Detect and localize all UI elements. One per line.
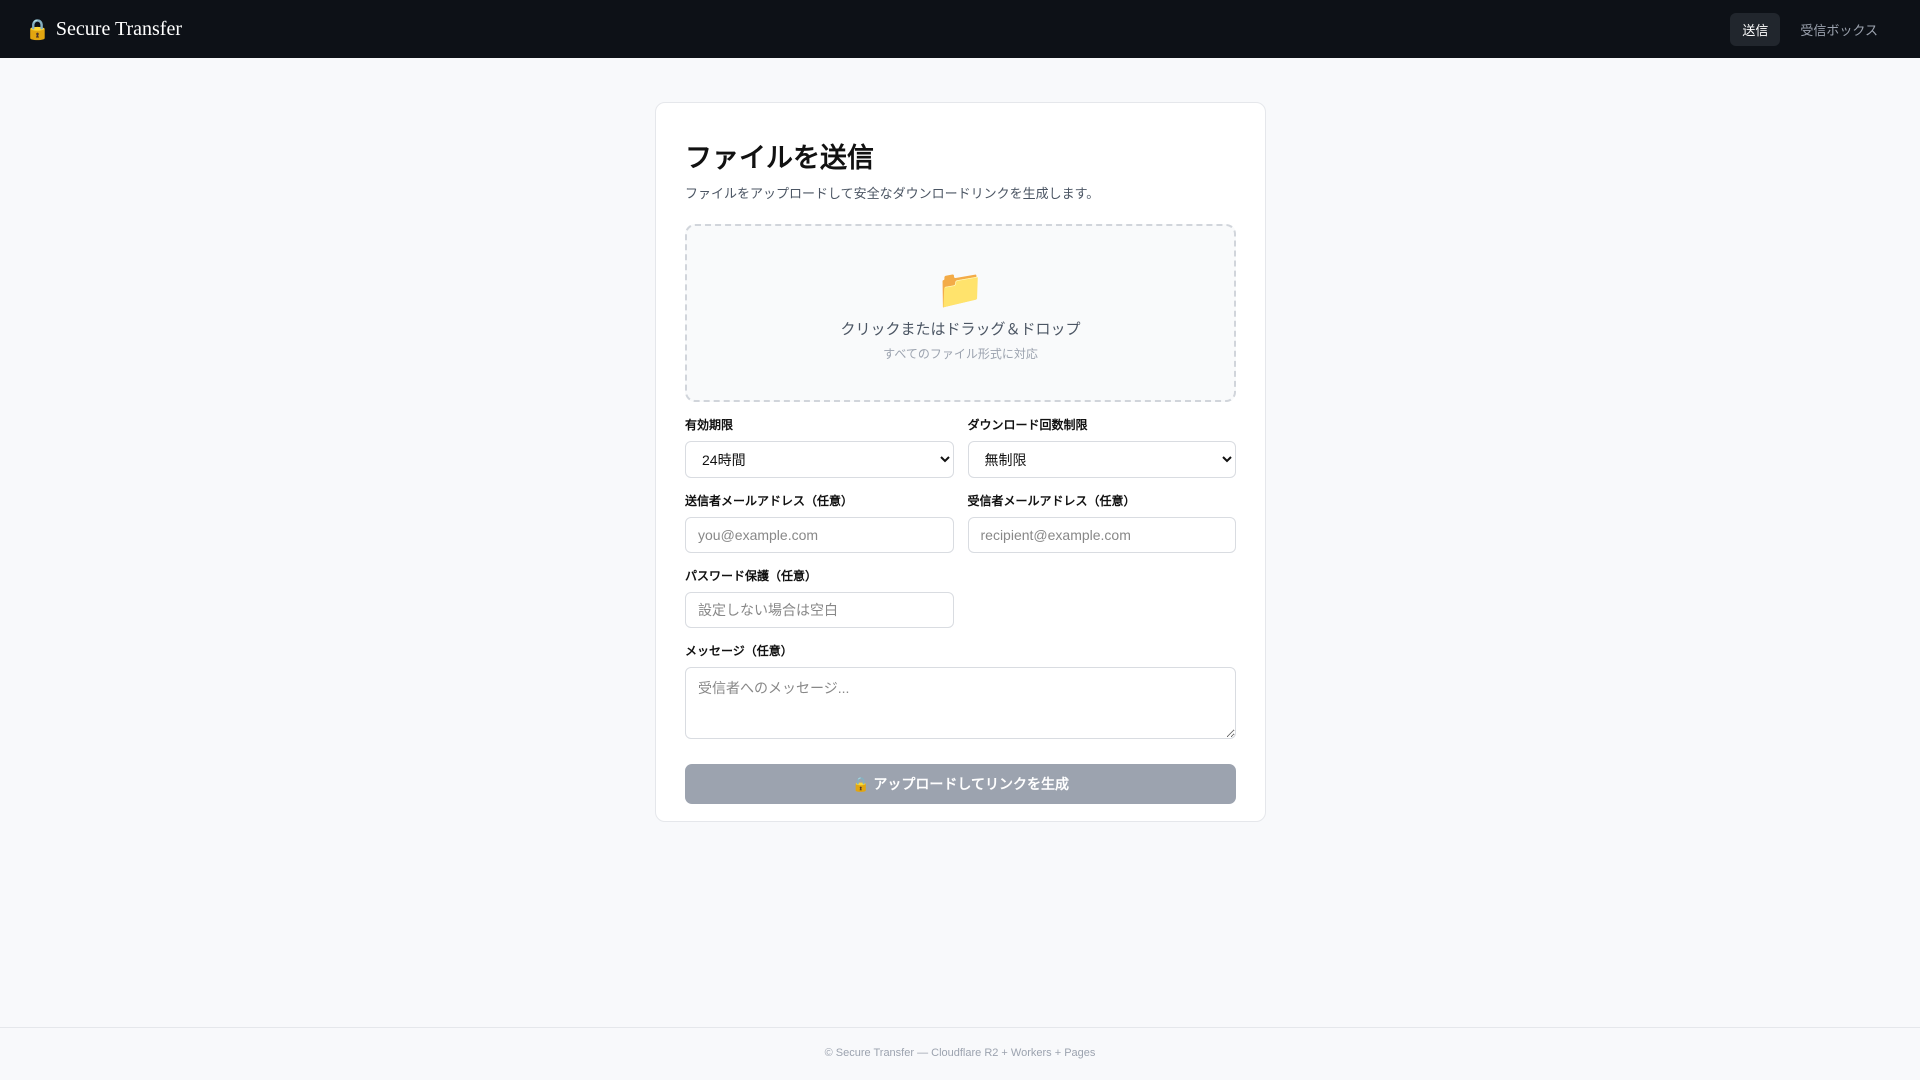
- sender-email-input[interactable]: [685, 517, 954, 553]
- recipient-email-label: 受信者メールアドレス（任意）: [967, 494, 1136, 508]
- footer-text: © Secure Transfer — Cloudflare R2 + Work…: [824, 1047, 1096, 1059]
- sender-email-label: 送信者メールアドレス（任意）: [685, 494, 854, 508]
- lock-icon: 🔒: [25, 18, 50, 41]
- message-label: メッセージ（任意）: [685, 644, 793, 658]
- lock-icon: 🔒: [852, 776, 870, 792]
- nav: 送信 受信ボックス: [1730, 12, 1890, 46]
- download-limit-select[interactable]: 無制限: [967, 441, 1236, 478]
- brand-title: Secure Transfer: [55, 17, 182, 40]
- page-subtitle: ファイルをアップロードして安全なダウンロードリンクを生成します。: [685, 186, 1100, 201]
- password-label: パスワード保護（任意）: [685, 569, 818, 583]
- top-nav-bar: 🔒 Secure Transfer 送信 受信ボックス: [0, 0, 1920, 58]
- folder-icon: 📁: [936, 269, 985, 311]
- send-file-card: ファイルを送信 ファイルをアップロードして安全なダウンロードリンクを生成します。…: [655, 102, 1266, 822]
- download-limit-label: ダウンロード回数制限: [967, 418, 1088, 432]
- message-textarea[interactable]: [685, 667, 1236, 739]
- expiry-select[interactable]: 24時間: [685, 441, 954, 478]
- page-title: ファイルを送信: [685, 143, 874, 173]
- password-input[interactable]: [685, 592, 954, 628]
- brand[interactable]: 🔒 Secure Transfer: [25, 17, 182, 42]
- nav-inbox[interactable]: 受信ボックス: [1788, 13, 1890, 46]
- expiry-label: 有効期限: [685, 418, 734, 432]
- nav-send[interactable]: 送信: [1730, 12, 1781, 46]
- dropzone-hint: すべてのファイル形式に対応: [883, 347, 1038, 361]
- dropzone-text: クリックまたはドラッグ＆ドロップ: [840, 321, 1081, 338]
- file-dropzone[interactable]: 📁 クリックまたはドラッグ＆ドロップ すべてのファイル形式に対応: [685, 224, 1236, 402]
- footer: © Secure Transfer — Cloudflare R2 + Work…: [0, 1027, 1920, 1080]
- recipient-email-input[interactable]: [967, 517, 1236, 553]
- submit-label: アップロードしてリンクを生成: [873, 776, 1069, 792]
- upload-generate-link-button[interactable]: 🔒 アップロードしてリンクを生成: [685, 764, 1236, 804]
